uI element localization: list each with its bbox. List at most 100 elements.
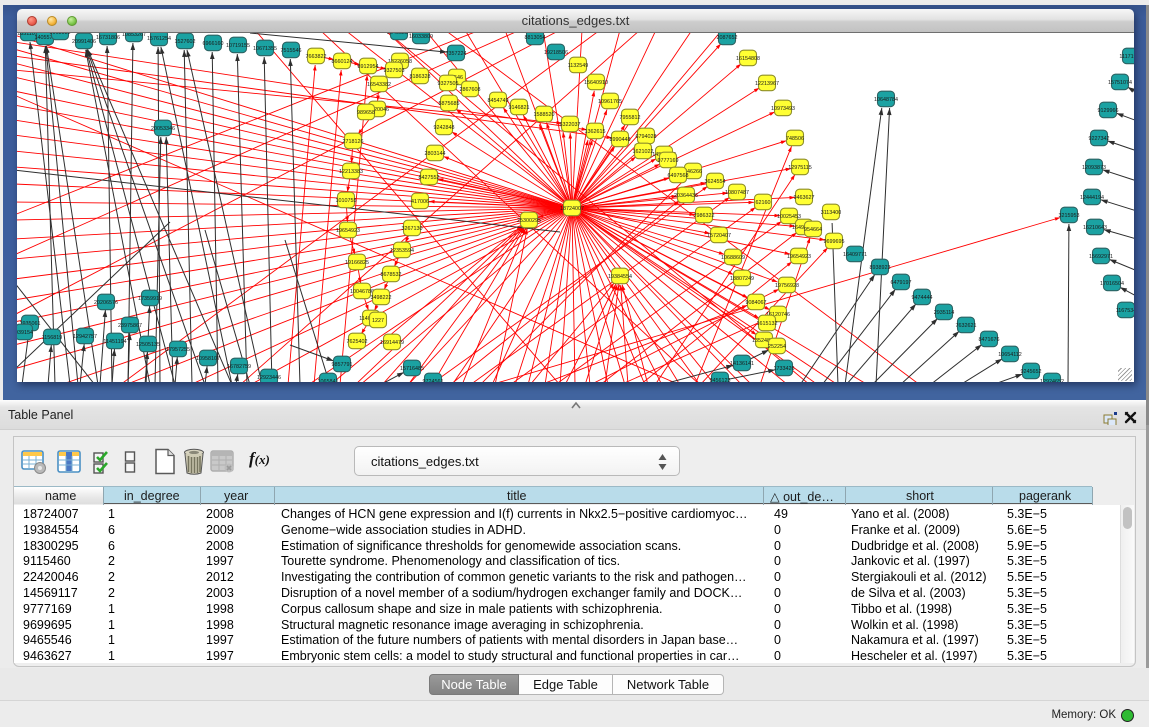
svg-text:6497568: 6497568: [668, 173, 689, 179]
svg-text:14136141: 14136141: [730, 361, 754, 367]
svg-text:10961765: 10961765: [598, 99, 622, 105]
svg-text:16154808: 16154808: [736, 56, 760, 62]
svg-text:10807487: 10807487: [725, 190, 749, 196]
svg-text:25300295: 25300295: [517, 218, 541, 224]
svg-text:989658: 989658: [357, 110, 375, 116]
svg-text:16409771: 16409771: [843, 252, 867, 258]
svg-text:9724561: 9724561: [423, 379, 444, 382]
svg-text:20495234: 20495234: [387, 33, 411, 36]
svg-text:1010755: 1010755: [336, 198, 357, 204]
svg-text:7632621: 7632621: [956, 323, 977, 329]
svg-text:9129966: 9129966: [1098, 108, 1119, 114]
svg-text:10853267: 10853267: [122, 33, 146, 38]
svg-text:8471676: 8471676: [979, 337, 1000, 343]
svg-text:8678532: 8678532: [381, 272, 402, 278]
svg-text:19384554: 19384554: [608, 274, 632, 280]
svg-text:8454749: 8454749: [488, 98, 509, 104]
svg-text:10973493: 10973493: [771, 106, 795, 112]
svg-text:7663822: 7663822: [306, 54, 327, 60]
svg-text:9146821: 9146821: [509, 105, 530, 111]
svg-text:20053346: 20053346: [151, 126, 175, 132]
svg-text:10958107: 10958107: [196, 356, 220, 362]
svg-text:8660124: 8660124: [332, 59, 353, 65]
svg-text:17359919: 17359919: [138, 296, 162, 302]
svg-text:15716485: 15716485: [400, 366, 424, 372]
svg-text:1362615: 1362615: [585, 129, 606, 135]
svg-text:12353594: 12353594: [390, 248, 414, 254]
svg-text:17957255: 17957255: [166, 347, 190, 353]
svg-text:1227: 1227: [372, 318, 384, 324]
svg-text:1132549: 1132549: [568, 63, 589, 69]
svg-text:20991406: 20991406: [72, 39, 96, 45]
svg-text:10025453: 10025453: [777, 214, 801, 220]
svg-text:19654923: 19654923: [336, 228, 360, 234]
svg-text:9699695: 9699695: [824, 239, 845, 245]
svg-text:8938923: 8938923: [870, 265, 891, 271]
svg-text:8813054: 8813054: [525, 35, 546, 41]
svg-text:62160: 62160: [756, 200, 771, 206]
svg-text:15640910: 15640910: [584, 80, 608, 86]
svg-text:12975115: 12975115: [788, 165, 812, 171]
svg-text:12213383: 12213383: [339, 169, 363, 175]
svg-text:9857791: 9857791: [332, 362, 353, 368]
svg-text:10654112: 10654112: [998, 352, 1022, 358]
svg-text:9327505: 9327505: [438, 81, 459, 87]
svg-text:12924652: 12924652: [1040, 379, 1064, 382]
svg-text:6794028: 6794028: [636, 134, 657, 140]
svg-text:9227342: 9227342: [1089, 136, 1110, 142]
svg-text:16782759: 16782759: [227, 364, 251, 370]
svg-text:9242848: 9242848: [434, 125, 455, 131]
svg-text:748506: 748506: [786, 136, 804, 142]
svg-text:9777169: 9777169: [658, 158, 679, 164]
svg-text:9456123: 9456123: [710, 378, 731, 382]
svg-text:19218506: 19218506: [544, 50, 568, 56]
svg-text:7625402: 7625402: [347, 339, 368, 345]
svg-text:6966160: 6966160: [203, 41, 224, 47]
svg-text:18724007: 18724007: [560, 206, 584, 212]
svg-text:9245652: 9245652: [1021, 369, 1042, 375]
svg-text:23975867: 23975867: [118, 323, 142, 329]
svg-text:12093873: 12093873: [1082, 165, 1106, 171]
svg-text:417006: 417006: [411, 199, 429, 205]
svg-text:954664: 954664: [804, 227, 822, 233]
svg-text:20364436: 20364436: [674, 193, 698, 199]
svg-text:15751074: 15751074: [1108, 80, 1132, 86]
svg-text:1156819: 1156819: [42, 335, 63, 341]
svg-text:2867608: 2867608: [460, 87, 481, 93]
svg-text:10648784: 10648784: [874, 97, 898, 103]
svg-text:19756928: 19756928: [775, 283, 799, 289]
svg-text:12923446: 12923446: [257, 375, 281, 381]
svg-text:3215953: 3215953: [1059, 213, 1080, 219]
svg-text:20206576: 20206576: [94, 300, 118, 306]
svg-text:6479197: 6479197: [891, 280, 912, 286]
svg-text:1615132: 1615132: [757, 321, 778, 327]
svg-text:12213967: 12213967: [755, 81, 779, 87]
svg-text:7955812: 7955812: [620, 115, 641, 121]
svg-text:1733426: 1733426: [774, 366, 795, 372]
svg-text:15692971: 15692971: [1089, 254, 1113, 260]
svg-text:1065841: 1065841: [318, 379, 339, 382]
svg-text:8912954: 8912954: [358, 64, 379, 70]
svg-text:9327503: 9327503: [384, 68, 405, 74]
svg-text:19166825: 19166825: [345, 260, 369, 266]
svg-text:2803144: 2803144: [425, 151, 446, 157]
svg-text:2718126: 2718126: [343, 139, 364, 145]
svg-text:5875685: 5875685: [439, 101, 460, 107]
svg-text:3267130: 3267130: [402, 226, 423, 232]
svg-text:9463627: 9463627: [794, 195, 815, 201]
svg-text:16210643: 16210643: [1083, 225, 1107, 231]
svg-text:12942757: 12942757: [73, 334, 97, 340]
svg-text:16914479: 16914479: [380, 340, 404, 346]
svg-text:7515546: 7515546: [281, 48, 302, 54]
svg-text:16543382: 16543382: [367, 82, 391, 88]
svg-text:3624554: 3624554: [705, 179, 726, 185]
svg-text:1621022: 1621022: [633, 149, 654, 155]
svg-text:9474444: 9474444: [912, 295, 933, 301]
svg-text:9063985: 9063985: [50, 33, 71, 36]
svg-text:3498222: 3498222: [371, 295, 392, 301]
svg-text:12444194: 12444194: [1080, 195, 1104, 201]
svg-text:12505135: 12505135: [136, 342, 160, 348]
svg-text:8990448: 8990448: [610, 137, 631, 143]
svg-text:10671355: 10671355: [253, 46, 277, 52]
svg-text:15720407: 15720407: [707, 233, 731, 239]
